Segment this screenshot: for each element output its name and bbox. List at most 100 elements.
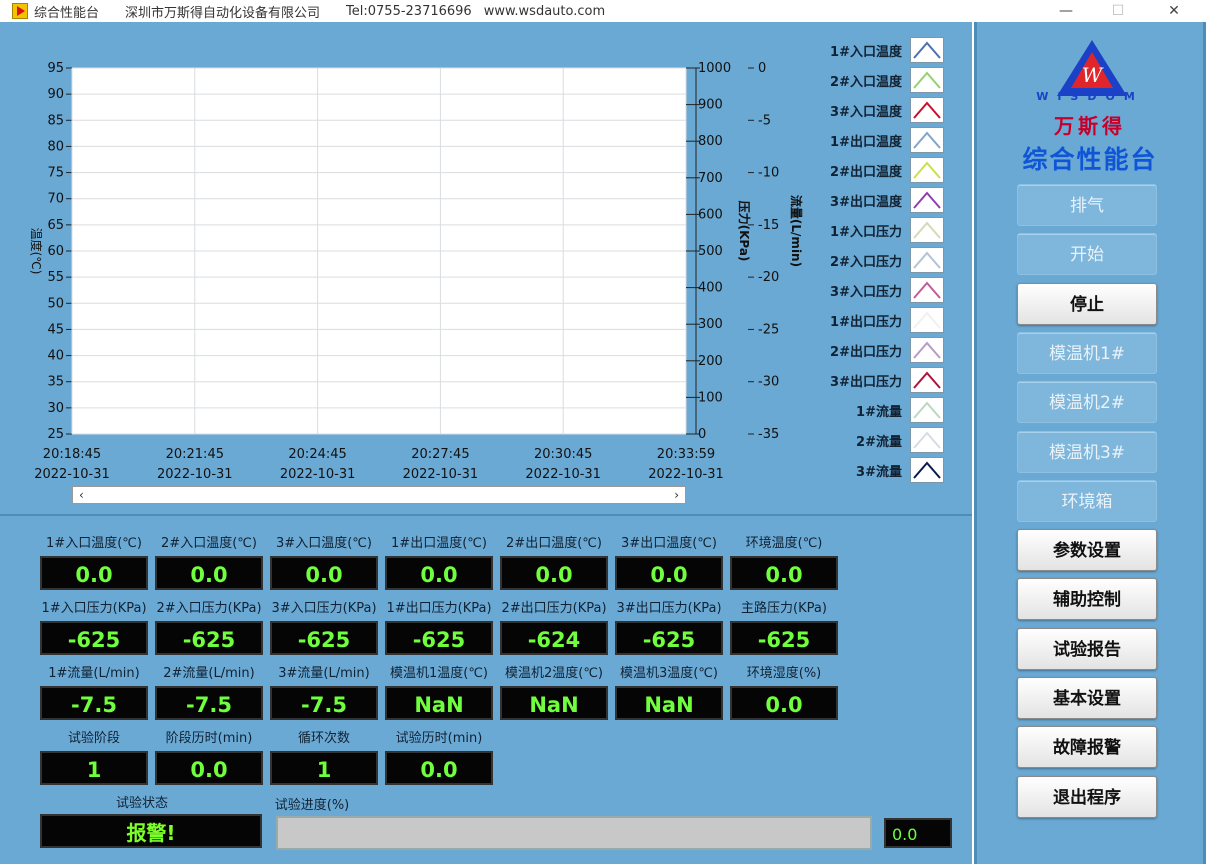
legend-swatch-icon[interactable]	[910, 367, 944, 393]
x-tick-time: 20:24:45	[288, 447, 346, 462]
indicator-label: 2#入口压力(KPa)	[156, 601, 262, 616]
indicator-label: 模温机2温度(℃)	[504, 666, 603, 681]
labview-app-icon	[12, 3, 28, 19]
side-button[interactable]: 环境箱	[1017, 479, 1157, 522]
y-pressure-tick-label: 0	[698, 427, 706, 442]
side-button[interactable]: 退出程序	[1017, 775, 1157, 818]
legend-swatch-icon[interactable]	[910, 457, 944, 483]
indicator-label: 1#入口压力(KPa)	[41, 601, 147, 616]
legend-item[interactable]: 1#入口温度	[800, 36, 944, 64]
legend-item[interactable]: 3#出口温度	[800, 186, 944, 214]
y-pressure-tick-label: 300	[698, 317, 723, 332]
indicator-value: -625	[270, 621, 378, 655]
legend-item[interactable]: 2#出口温度	[800, 156, 944, 184]
company-name: 深圳市万斯得自动化设备有限公司	[125, 5, 321, 21]
legend-swatch-icon[interactable]	[910, 187, 944, 213]
indicator-value: -625	[155, 621, 263, 655]
y-flow-tick-label: -20	[758, 270, 779, 285]
close-button[interactable]: ✕	[1154, 0, 1194, 22]
minimize-button[interactable]: —	[1046, 0, 1086, 22]
x-tick-date: 2022-10-31	[34, 467, 110, 482]
app-title: 综合性能台	[1022, 145, 1158, 174]
legend-swatch-icon[interactable]	[910, 427, 944, 453]
indicator-value: 0.0	[730, 556, 838, 590]
legend-swatch-icon[interactable]	[910, 247, 944, 273]
legend-item[interactable]: 2#入口温度	[800, 66, 944, 94]
legend-item[interactable]: 3#出口压力	[800, 366, 944, 394]
indicator-label: 2#流量(L/min)	[163, 666, 255, 681]
y-pressure-tick-label: 900	[698, 98, 723, 113]
company-website: www.wsdauto.com	[483, 3, 606, 19]
legend-item[interactable]: 3#入口温度	[800, 96, 944, 124]
legend-line-sample	[913, 431, 941, 449]
legend-swatch-icon[interactable]	[910, 307, 944, 333]
side-button[interactable]: 故障报警	[1017, 726, 1157, 769]
legend-label: 1#出口压力	[830, 314, 902, 330]
legend-label: 3#入口温度	[830, 104, 902, 120]
legend-item[interactable]: 2#出口压力	[800, 336, 944, 364]
x-tick-time: 20:27:45	[411, 447, 469, 462]
legend-item[interactable]: 3#流量	[800, 456, 944, 484]
indicator-value: 0.0	[385, 751, 493, 785]
y-left-tick-label: 50	[47, 296, 64, 311]
x-tick-time: 20:30:45	[534, 447, 592, 462]
legend-swatch-icon[interactable]	[910, 127, 944, 153]
side-button[interactable]: 排气	[1017, 184, 1157, 226]
indicator-value: -624	[500, 621, 608, 655]
y-left-tick-label: 80	[47, 139, 64, 154]
side-button[interactable]: 开始	[1017, 233, 1157, 276]
side-button[interactable]: 基本设置	[1017, 677, 1157, 719]
legend-item[interactable]: 2#流量	[800, 426, 944, 454]
legend-swatch-icon[interactable]	[910, 157, 944, 183]
legend-item[interactable]: 2#入口压力	[800, 246, 944, 274]
side-button[interactable]: 模温机1#	[1017, 331, 1157, 374]
legend-swatch-icon[interactable]	[910, 277, 944, 303]
legend-line-sample	[913, 311, 941, 329]
progress-value: 0.0	[884, 818, 952, 848]
indicator-value: 1	[270, 751, 378, 785]
legend-swatch-icon[interactable]	[910, 37, 944, 63]
legend-label: 2#入口温度	[830, 74, 902, 90]
legend-line-sample	[913, 371, 941, 389]
legend-item[interactable]: 1#出口压力	[800, 306, 944, 334]
scroll-right-arrow-icon[interactable]: ›	[674, 487, 679, 503]
legend-swatch-icon[interactable]	[910, 397, 944, 423]
legend-swatch-icon[interactable]	[910, 67, 944, 93]
legend-swatch-icon[interactable]	[910, 337, 944, 363]
main-area: 95 90 85 80 75 70 65 60 55 50 45 40 35 30 25 20:18:45 20…	[0, 22, 972, 864]
indicator-value: NaN	[500, 686, 608, 720]
y-pressure-tick-label: 400	[698, 281, 723, 296]
legend-item[interactable]: 1#流量	[800, 396, 944, 424]
indicator-label: 1#出口温度(℃)	[391, 536, 487, 551]
legend-swatch-icon[interactable]	[910, 97, 944, 123]
legend-line-sample	[913, 251, 941, 269]
maximize-button[interactable]: ☐	[1098, 0, 1138, 22]
indicator-label: 阶段历时(min)	[165, 731, 253, 746]
x-tick-time: 20:33:59	[657, 447, 715, 462]
side-button[interactable]: 模温机2#	[1017, 381, 1157, 424]
brand-name-en: WISDOM	[1036, 90, 1144, 103]
y-left-tick-label: 85	[47, 113, 64, 128]
indicator-value: -7.5	[155, 686, 263, 720]
scroll-left-arrow-icon[interactable]: ‹	[79, 487, 84, 503]
legend-label: 3#入口压力	[830, 284, 902, 300]
side-button[interactable]: 模温机3#	[1017, 430, 1157, 473]
y-pressure-tick-label: 200	[698, 354, 723, 369]
chart-scrollbar[interactable]: ‹ ›	[72, 486, 686, 504]
indicator-label: 模温机1温度(℃)	[389, 666, 488, 681]
legend-item[interactable]: 3#入口压力	[800, 276, 944, 304]
wisdom-logo-icon: W	[1057, 40, 1127, 96]
side-button[interactable]: 辅助控制	[1017, 578, 1157, 621]
legend-item[interactable]: 1#入口压力	[800, 216, 944, 244]
legend-label: 2#流量	[856, 434, 902, 450]
x-tick-date: 2022-10-31	[648, 467, 724, 482]
side-button[interactable]: 停止	[1017, 282, 1157, 325]
legend-item[interactable]: 1#出口温度	[800, 126, 944, 154]
legend-swatch-icon[interactable]	[910, 217, 944, 243]
y-left-tick-label: 35	[47, 375, 64, 390]
indicator-value: 0.0	[155, 751, 263, 785]
side-button[interactable]: 试验报告	[1017, 627, 1157, 670]
y-pressure-tick-label: 700	[698, 171, 723, 186]
side-button[interactable]: 参数设置	[1017, 529, 1157, 572]
indicator-value: 0.0	[730, 686, 838, 720]
